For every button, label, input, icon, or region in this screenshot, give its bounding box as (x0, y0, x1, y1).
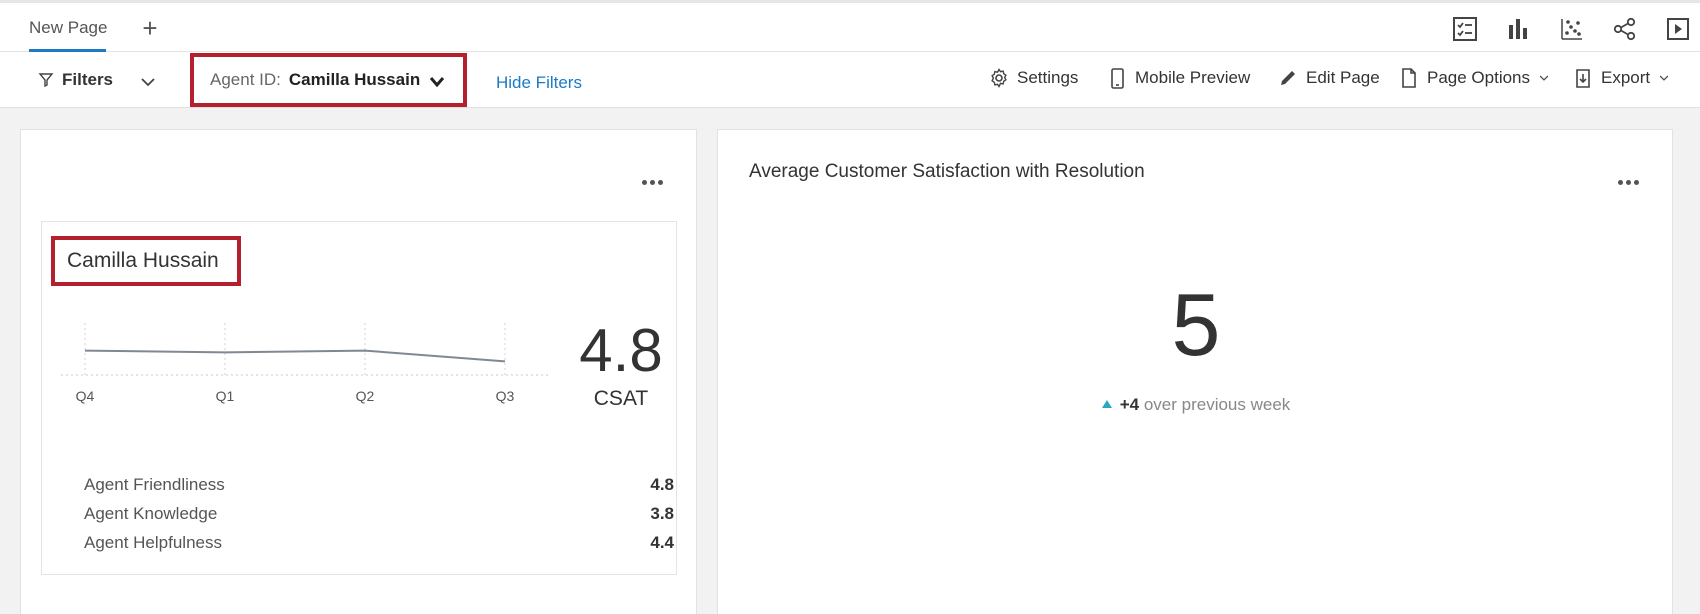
csat-score: 4.8 (579, 317, 663, 384)
page-icon (1402, 68, 1416, 88)
csat-series-line (84, 349, 506, 363)
filters-button[interactable]: Filters (38, 70, 113, 90)
more-options-icon[interactable] (642, 172, 668, 185)
metric-label: Agent Knowledge (84, 504, 218, 523)
export-label: Export (1601, 68, 1651, 87)
filters-label: Filters (62, 70, 114, 89)
chevron-down-icon (1659, 75, 1669, 81)
page-options-label: Page Options (1427, 68, 1531, 87)
mobile-preview-button[interactable]: Mobile Preview (1106, 67, 1250, 89)
present-icon[interactable] (1664, 15, 1692, 43)
csat-trend-chart: Q4 Q1 Q2 Q3 (61, 323, 551, 404)
metric-value: 3.8 (650, 504, 674, 523)
metric-row: Agent Friendliness 4.8 (84, 475, 674, 495)
metric-row: Agent Helpfulness 4.4 (84, 533, 674, 553)
chevron-down-icon (1539, 75, 1549, 81)
filter-icon (38, 73, 54, 88)
x-tick-label: Q2 (356, 388, 375, 404)
x-tick-label: Q4 (76, 388, 95, 404)
checklist-icon[interactable] (1451, 15, 1479, 43)
kpi-delta: +4 over previous week (718, 395, 1674, 415)
pencil-icon (1281, 71, 1295, 85)
delta-value: +4 (1119, 395, 1140, 414)
avg-csat-widget: Average Customer Satisfaction with Resol… (717, 129, 1673, 614)
agent-scorecard-widget: Camilla Hussain Q4 Q1 Q2 Q3 4.8 CSAT Agent … (20, 129, 697, 614)
agent-filter-label: Agent ID: (210, 70, 281, 89)
gear-icon (991, 68, 1007, 88)
agent-id-filter[interactable]: Agent ID: Camilla Hussain (190, 53, 467, 107)
settings-label: Settings (1017, 68, 1079, 87)
scatter-icon[interactable] (1558, 15, 1586, 43)
mobile-preview-label: Mobile Preview (1135, 68, 1251, 87)
metric-value: 4.8 (650, 475, 674, 494)
trend-up-icon (1101, 400, 1112, 408)
agent-name: Camilla Hussain (51, 236, 241, 286)
add-tab-button[interactable]: + (140, 13, 160, 43)
chevron-down-icon (429, 77, 445, 88)
kpi-value: 5 (1171, 275, 1221, 374)
metric-label: Agent Helpfulness (84, 533, 222, 552)
delta-text: over previous week (1143, 395, 1291, 414)
csat-label: CSAT (593, 387, 649, 410)
mobile-icon (1111, 68, 1124, 89)
widget-title: Average Customer Satisfaction with Resol… (749, 161, 1145, 182)
export-button[interactable]: Export (1572, 67, 1671, 89)
x-tick-label: Q3 (496, 388, 515, 404)
hide-filters-link[interactable]: Hide Filters (496, 73, 582, 93)
metric-value: 4.4 (650, 533, 674, 552)
filter-bar: Filters Agent ID: Camilla Hussain Hide F… (0, 52, 1700, 108)
agent-filter-value: Camilla Hussain (288, 70, 421, 89)
settings-button[interactable]: Settings (988, 67, 1078, 89)
share-icon[interactable] (1611, 15, 1639, 43)
bar-chart-icon[interactable] (1504, 15, 1532, 43)
metric-row: Agent Knowledge 3.8 (84, 504, 674, 524)
x-tick-label: Q1 (216, 388, 235, 404)
more-options-icon[interactable] (1618, 172, 1644, 185)
tab-new-page[interactable]: New Page (29, 18, 107, 38)
export-icon (1576, 69, 1590, 88)
metric-label: Agent Friendliness (84, 475, 225, 494)
edit-page-label: Edit Page (1306, 68, 1380, 87)
chevron-down-icon[interactable] (138, 72, 158, 92)
tab-bar: New Page + (0, 0, 1700, 52)
edit-page-button[interactable]: Edit Page (1277, 67, 1380, 89)
page-options-button[interactable]: Page Options (1398, 67, 1551, 89)
